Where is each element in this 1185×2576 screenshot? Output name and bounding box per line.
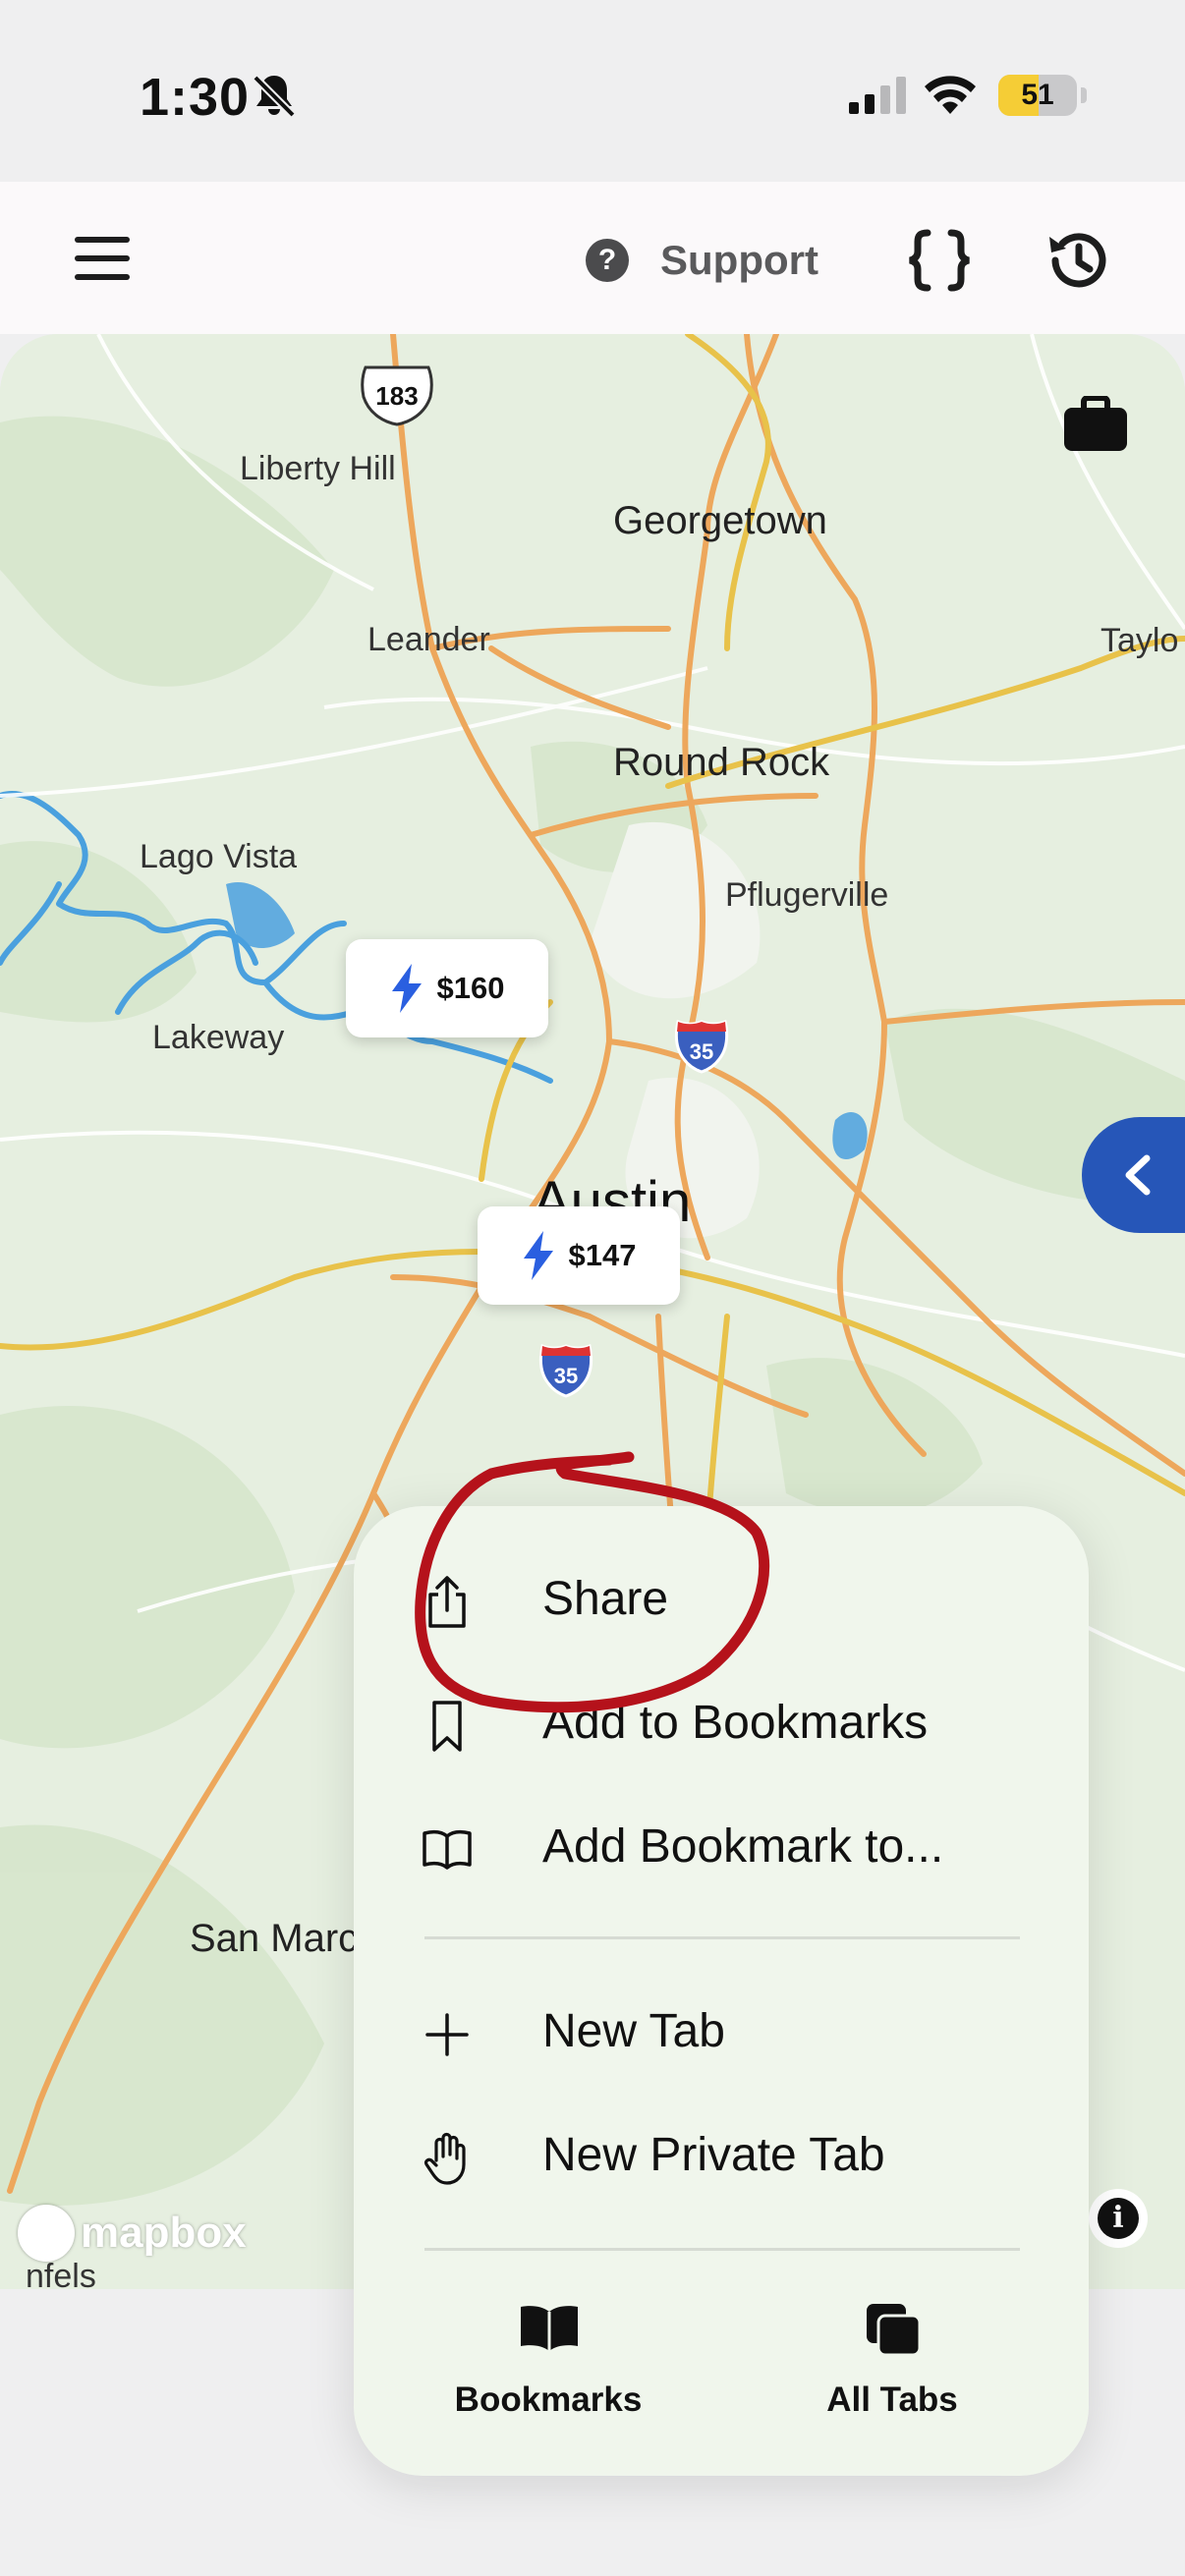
cellular-signal-icon xyxy=(849,77,906,114)
shield-number: 35 xyxy=(690,1039,713,1064)
mapbox-logo-icon xyxy=(18,2205,75,2262)
place-label: Georgetown xyxy=(613,499,827,542)
price-pin[interactable]: $147 xyxy=(478,1206,680,1305)
support-label: Support xyxy=(660,237,818,283)
price-pin[interactable]: $160 xyxy=(346,939,548,1037)
menu-item-add-to-bookmarks[interactable]: Add to Bookmarks xyxy=(354,1669,1089,1777)
app-header: ? Support xyxy=(0,182,1185,334)
map-info-button[interactable]: i xyxy=(1089,2189,1148,2248)
menu-item-add-bookmark-to[interactable]: Add Bookmark to... xyxy=(354,1793,1089,1901)
menu-item-label: Add Bookmark to... xyxy=(542,1820,944,1873)
mapbox-attribution[interactable]: mapbox xyxy=(18,2205,247,2262)
tabs-stack-icon xyxy=(867,2304,922,2357)
lightning-bolt-icon xyxy=(391,964,422,1013)
place-label: Liberty Hill xyxy=(240,450,396,487)
menu-item-share[interactable]: Share xyxy=(354,1545,1089,1653)
shield-number: 183 xyxy=(375,381,418,411)
bookmark-icon xyxy=(432,1701,462,1752)
support-button[interactable]: ? Support xyxy=(586,233,818,288)
plus-icon xyxy=(425,2013,469,2056)
history-clock-icon[interactable] xyxy=(1044,225,1114,296)
battery-indicator: 51 xyxy=(998,75,1087,116)
place-label: Lago Vista xyxy=(140,838,298,875)
share-icon xyxy=(428,1576,466,1628)
menu-item-label: Share xyxy=(542,1573,669,1625)
menu-item-new-private-tab[interactable]: New Private Tab xyxy=(354,2101,1089,2210)
menu-divider xyxy=(424,1936,1020,1939)
place-label: nfels xyxy=(26,2258,96,2289)
bookmarks-label: Bookmarks xyxy=(454,2380,643,2419)
book-open-icon xyxy=(423,1830,472,1870)
chevron-left-icon xyxy=(1125,1154,1151,1196)
status-time: 1:30 xyxy=(140,68,251,127)
place-label: San Marc xyxy=(190,1917,359,1960)
mapbox-wordmark: mapbox xyxy=(81,2209,247,2257)
browser-context-menu: Share Add to Bookmarks Add Bookmark to..… xyxy=(354,1506,1089,2476)
info-icon: i xyxy=(1098,2198,1139,2239)
all-tabs-button[interactable]: All Tabs xyxy=(774,2302,1010,2449)
place-label: Pflugerville xyxy=(725,876,889,914)
bell-slash-icon xyxy=(253,75,296,118)
interstate-shield: 35 xyxy=(538,1343,593,1398)
place-label: Lakeway xyxy=(152,1019,285,1056)
interstate-shield: 35 xyxy=(674,1019,729,1074)
menu-divider xyxy=(424,2248,1020,2251)
place-label: Leander xyxy=(367,621,490,658)
menu-item-label: Add to Bookmarks xyxy=(542,1697,929,1749)
place-label: Round Rock xyxy=(613,741,830,784)
status-bar: 1:30 51 xyxy=(0,0,1185,182)
briefcase-icon[interactable] xyxy=(1064,396,1127,451)
price-pin-amount: $160 xyxy=(436,971,505,1005)
us-highway-shield: 183 xyxy=(361,365,433,426)
bookmarks-button[interactable]: Bookmarks xyxy=(430,2302,666,2449)
menu-item-label: New Tab xyxy=(542,2005,725,2057)
battery-percent: 51 xyxy=(1021,79,1054,111)
all-tabs-label: All Tabs xyxy=(826,2380,958,2419)
menu-item-new-tab[interactable]: New Tab xyxy=(354,1978,1089,2086)
place-label: Taylo xyxy=(1100,622,1179,659)
price-pin-amount: $147 xyxy=(568,1238,637,1272)
hamburger-menu-icon[interactable] xyxy=(71,233,134,284)
menu-item-label: New Private Tab xyxy=(542,2129,885,2181)
wifi-icon xyxy=(925,76,976,114)
book-open-filled-icon xyxy=(521,2306,578,2351)
shield-number: 35 xyxy=(554,1364,578,1388)
lightning-bolt-icon xyxy=(523,1231,553,1280)
question-circle-icon: ? xyxy=(586,239,629,282)
hand-icon xyxy=(423,2132,466,2185)
curly-braces-icon[interactable] xyxy=(906,227,973,294)
